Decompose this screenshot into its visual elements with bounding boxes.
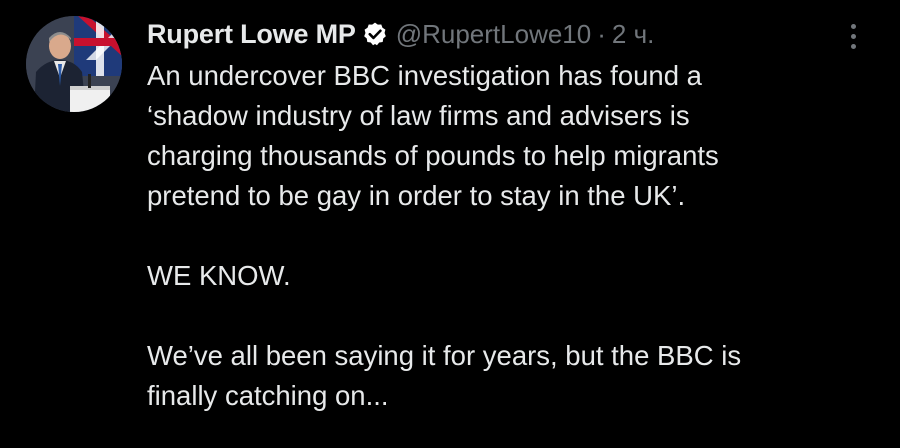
more-options-icon[interactable] (838, 16, 868, 56)
tweet[interactable]: Rupert Lowe MP @RupertLowe10 · 2 ч. An u… (0, 0, 900, 448)
tweet-text-line: charging thousands of pounds to help mig… (147, 140, 719, 171)
tweet-header: Rupert Lowe MP @RupertLowe10 · 2 ч. (147, 14, 654, 54)
verified-badge-icon (362, 21, 388, 47)
tweet-text: An undercover BBC investigation has foun… (147, 56, 847, 416)
author-display-name[interactable]: Rupert Lowe MP (147, 19, 356, 50)
tweet-text-line: We’ve all been saying it for years, but … (147, 340, 742, 371)
tweet-text-line: An undercover BBC investigation has foun… (147, 60, 702, 91)
profile-photo-icon (26, 16, 122, 112)
tweet-text-line: ‘shadow industry of law firms and advise… (147, 100, 690, 131)
tweet-text-line: WE KNOW. (147, 260, 291, 291)
tweet-text-line: pretend to be gay in order to stay in th… (147, 180, 686, 211)
header-separator: · (597, 18, 606, 49)
tweet-timestamp[interactable]: 2 ч. (612, 19, 654, 50)
author-avatar[interactable] (26, 16, 122, 112)
author-handle[interactable]: @RupertLowe10 (396, 19, 592, 50)
tweet-text-line: finally catching on... (147, 380, 389, 411)
